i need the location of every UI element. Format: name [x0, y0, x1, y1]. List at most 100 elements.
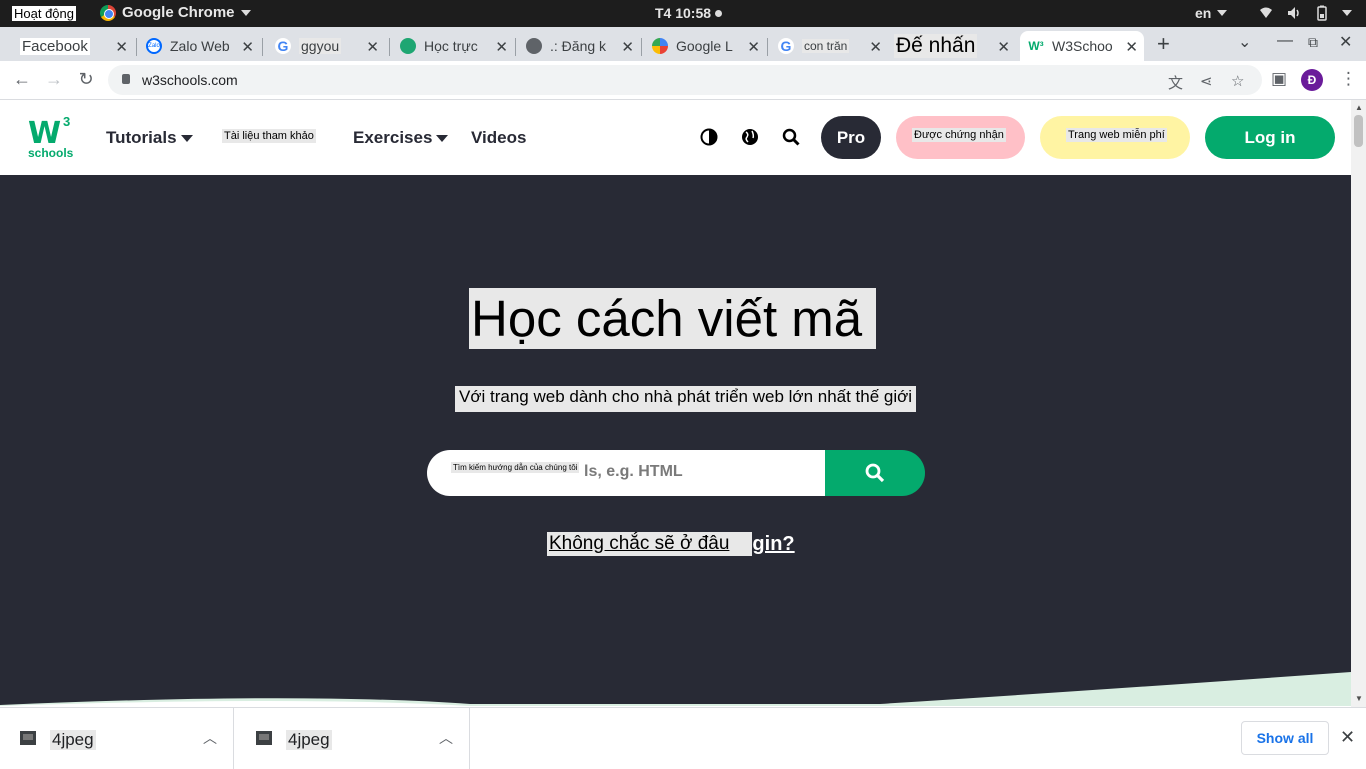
- page-scrollbar[interactable]: ▲ ▼: [1351, 100, 1366, 707]
- tab-title: Zalo Web: [170, 38, 230, 54]
- page-viewport: W 3 schools Tutorials Tài liệu tham khảo…: [0, 100, 1351, 707]
- nav-tutorials[interactable]: Tutorials: [106, 128, 193, 148]
- globe-icon[interactable]: [741, 128, 759, 146]
- restore-icon[interactable]: ⧉: [1308, 34, 1318, 51]
- where-to-begin-overlay: Không chắc sẽ ở đâu: [547, 532, 753, 556]
- translate-icon[interactable]: 文: [1168, 72, 1183, 93]
- profile-avatar[interactable]: Đ: [1301, 69, 1323, 91]
- search-icon: [865, 463, 885, 483]
- logo-3: 3: [63, 114, 71, 129]
- tab-search-chevron-icon[interactable]: ⌄: [1238, 32, 1251, 52]
- caret-down-icon: [436, 134, 449, 142]
- nav-exercises[interactable]: Exercises: [353, 128, 449, 148]
- wifi-icon: [1260, 7, 1272, 18]
- login-button[interactable]: Log in: [1205, 116, 1335, 159]
- tab-w3schools[interactable]: W³ W3Schoo ✕: [1020, 31, 1144, 61]
- zalo-icon: Zalo: [146, 38, 162, 54]
- app-menu[interactable]: Google Chrome: [100, 4, 251, 22]
- tab-separator: [389, 38, 390, 56]
- google-lens-icon: [652, 38, 668, 54]
- chevron-up-icon[interactable]: ︿: [203, 728, 217, 748]
- share-icon[interactable]: ⋖: [1200, 72, 1213, 90]
- address-bar[interactable]: w3schools.com 文 ⋖ ☆: [108, 65, 1262, 95]
- close-icon[interactable]: ✕: [115, 38, 128, 56]
- w3schools-logo[interactable]: W 3 schools: [28, 114, 76, 160]
- chatgpt-icon: [400, 38, 416, 54]
- where-to-begin-link[interactable]: Không chắc sẽ ở đâu gin?: [547, 532, 795, 556]
- tab-google-lens[interactable]: Google L ✕: [644, 31, 766, 61]
- tab-title: Đế nhấn: [894, 34, 978, 58]
- activities-button[interactable]: Hoạt động: [12, 6, 76, 21]
- tab-separator: [262, 38, 263, 56]
- chevron-down-icon: [1217, 10, 1228, 16]
- bookmark-star-icon[interactable]: ☆: [1231, 72, 1244, 90]
- scroll-down-arrow-icon[interactable]: ▼: [1355, 694, 1363, 703]
- search-icon[interactable]: [782, 128, 800, 146]
- language-selector[interactable]: en: [1195, 5, 1228, 21]
- close-icon[interactable]: ✕: [997, 38, 1010, 56]
- chevron-down-icon: [1342, 10, 1352, 16]
- w3schools-icon: W³: [1028, 39, 1044, 53]
- tab-separator: [767, 38, 768, 56]
- volume-icon: [1288, 7, 1299, 19]
- download-filename: 4jpeg: [50, 730, 96, 750]
- tab-title: Học trực: [424, 38, 478, 54]
- clock[interactable]: T4 10:58: [655, 5, 723, 21]
- close-icon[interactable]: ✕: [869, 38, 882, 56]
- search-placeholder-overlay: Tìm kiếm hướng dẫn của chúng tôi: [451, 462, 580, 473]
- close-icon[interactable]: ✕: [495, 38, 508, 56]
- reload-icon[interactable]: ↻: [75, 69, 97, 90]
- search-placeholder: ls, e.g. HTML: [584, 463, 683, 480]
- side-panel-icon[interactable]: ▣: [1271, 69, 1287, 89]
- scrollbar-thumb[interactable]: [1354, 115, 1363, 147]
- close-icon[interactable]: ✕: [747, 38, 760, 56]
- nav-references[interactable]: Tài liệu tham khảo: [222, 129, 316, 143]
- system-tray[interactable]: [1258, 5, 1352, 21]
- close-window-icon[interactable]: ✕: [1339, 32, 1352, 52]
- contrast-toggle-icon[interactable]: [700, 128, 718, 146]
- hero-section: Học cách viết mã Với trang web dành cho …: [0, 175, 1351, 707]
- url-text[interactable]: w3schools.com: [142, 72, 238, 88]
- tab-dang-ky[interactable]: .: Đăng k ✕: [518, 31, 640, 61]
- minimize-icon[interactable]: —: [1277, 32, 1293, 50]
- tab-de-nhan[interactable]: Đế nhấn ✕: [886, 31, 1016, 61]
- close-icon[interactable]: ✕: [366, 38, 379, 56]
- download-item[interactable]: 4jpeg ︿: [236, 708, 470, 769]
- tab-zalo[interactable]: Zalo Zalo Web ✕: [138, 31, 260, 61]
- forward-arrow-icon[interactable]: →: [43, 69, 65, 90]
- language-label: en: [1195, 5, 1212, 21]
- free-website-label: Trang web miễn phí: [1066, 128, 1167, 142]
- chevron-down-icon: [240, 10, 251, 16]
- nav-exercises-label: Exercises: [353, 128, 433, 147]
- free-website-button[interactable]: Trang web miễn phí: [1040, 116, 1190, 159]
- show-all-button[interactable]: Show all: [1241, 721, 1329, 755]
- get-certified-button[interactable]: Được chứng nhận: [896, 116, 1025, 159]
- close-icon[interactable]: ✕: [1340, 727, 1355, 748]
- pro-button[interactable]: Pro: [821, 116, 881, 159]
- w3schools-navbar: W 3 schools Tutorials Tài liệu tham khảo…: [0, 100, 1351, 175]
- chrome-icon: [100, 5, 116, 21]
- tab-ggyou[interactable]: G ggyou ✕: [267, 31, 385, 61]
- search-button[interactable]: [825, 450, 925, 496]
- image-file-icon: [20, 731, 36, 745]
- lock-icon[interactable]: [122, 74, 130, 84]
- back-arrow-icon[interactable]: ←: [11, 69, 33, 90]
- google-icon: G: [275, 38, 291, 54]
- close-icon[interactable]: ✕: [241, 38, 254, 56]
- download-shelf: 4jpeg ︿ 4jpeg ︿ Show all ✕: [0, 707, 1366, 769]
- close-icon[interactable]: ✕: [621, 38, 634, 56]
- tab-separator: [641, 38, 642, 56]
- download-item[interactable]: 4jpeg ︿: [0, 708, 234, 769]
- tab-title: con trăn: [802, 39, 850, 53]
- search-input[interactable]: Tìm kiếm hướng dẫn của chúng tôi ls, e.g…: [427, 450, 825, 496]
- tab-facebook[interactable]: Facebook ✕: [12, 31, 134, 61]
- new-tab-plus-icon[interactable]: +: [1157, 31, 1170, 57]
- caret-down-icon: [180, 134, 193, 142]
- tab-hoc-truc[interactable]: Học trực ✕: [392, 31, 514, 61]
- nav-videos[interactable]: Videos: [471, 128, 526, 148]
- scroll-up-arrow-icon[interactable]: ▲: [1355, 103, 1363, 112]
- close-icon[interactable]: ✕: [1125, 38, 1138, 56]
- more-menu-icon[interactable]: ⋮: [1340, 69, 1357, 89]
- tab-con-tran[interactable]: G con trăn ✕: [770, 31, 888, 61]
- chevron-up-icon[interactable]: ︿: [439, 728, 453, 748]
